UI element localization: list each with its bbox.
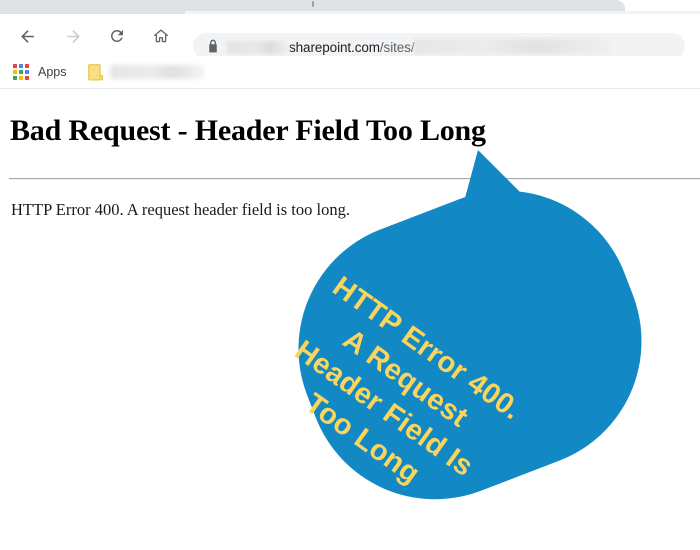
lock-icon: [207, 39, 219, 53]
url-redacted-suffix: [414, 39, 611, 54]
forward-arrow-icon: [66, 29, 80, 43]
url-text: sharepoint.com/sites/: [227, 37, 611, 55]
browser-chrome: sharepoint.com/sites/ Apps: [0, 0, 700, 95]
back-arrow-icon: [20, 29, 34, 43]
chrome-bottom-border: [0, 88, 700, 89]
bookmark-folder-label-redacted: [109, 65, 204, 79]
horizontal-rule: [9, 178, 700, 180]
browser-toolbar: sharepoint.com/sites/: [0, 14, 700, 59]
url-redacted-prefix: [227, 41, 289, 54]
back-button[interactable]: [14, 23, 40, 49]
forward-button[interactable]: [60, 23, 86, 49]
url-path: /sites/: [379, 40, 415, 55]
page-title: Bad Request - Header Field Too Long: [10, 114, 486, 147]
apps-bookmark-label[interactable]: Apps: [38, 65, 67, 79]
url-domain: sharepoint.com: [289, 40, 380, 55]
bookmark-folder-item[interactable]: [87, 63, 204, 81]
error-page-content: Bad Request - Header Field Too Long HTTP…: [0, 95, 700, 500]
reload-icon: [110, 29, 123, 42]
error-description: HTTP Error 400. A request header field i…: [11, 200, 350, 219]
reload-button[interactable]: [104, 23, 130, 49]
bookmarks-bar: Apps: [0, 56, 700, 88]
active-tab-indicator[interactable]: [312, 1, 314, 7]
padlock-glyph: [209, 39, 217, 53]
tab-strip: [0, 0, 700, 14]
folder-icon: [87, 63, 103, 80]
apps-grid-icon[interactable]: [13, 64, 29, 80]
home-icon: [154, 29, 168, 43]
home-button[interactable]: [148, 23, 174, 49]
